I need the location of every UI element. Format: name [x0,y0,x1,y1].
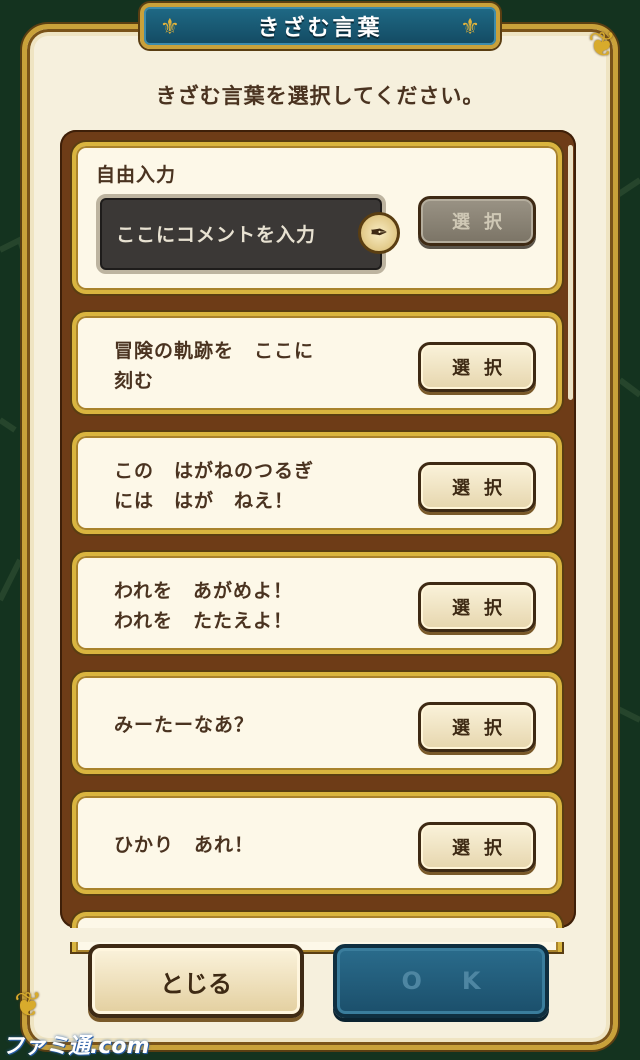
phrase-text: われを あがめよ！ われを たたえよ！ [114,580,294,632]
fleur-de-lis-icon: ⚜ [460,15,480,40]
phrase-text: 冒険の軌跡を ここに 刻む [114,340,315,392]
close-button[interactable]: とじる [88,944,304,1018]
select-button[interactable]: 選択 [418,342,536,392]
dialog-subtitle: きざむ言葉を選択してください。 [155,84,485,108]
select-button[interactable]: 選択 [418,462,536,512]
list-mask [60,928,576,942]
comment-input-placeholder: ここにコメントを入力 [116,224,317,246]
scrollbar[interactable] [568,145,573,400]
free-input-card: 自由入力 ここにコメントを入力 ✒ 選択 [72,142,562,294]
select-button[interactable]: 選択 [418,702,536,752]
dialog-title: きざむ言葉 [257,16,383,41]
ok-button[interactable]: OK [333,944,549,1018]
free-input-label: 自由入力 [96,164,177,186]
list-item[interactable]: 冒険の軌跡を ここに 刻む 選択 [72,312,562,414]
phrase-text: ひかり あれ！ [114,834,255,856]
corner-ornament-icon: ❦ [588,25,617,65]
list-item[interactable]: この はがねのつるぎ には はが ねえ！ 選択 [72,432,562,534]
list-item[interactable]: われを あがめよ！ われを たたえよ！ 選択 [72,552,562,654]
fleur-de-lis-icon: ⚜ [160,15,180,40]
phrase-text: この はがねのつるぎ には はが ねえ！ [114,460,315,512]
select-button[interactable]: 選択 [418,822,536,872]
select-button[interactable]: 選択 [418,582,536,632]
list-item[interactable]: ひかり あれ！ 選択 [72,792,562,894]
list-item[interactable]: みーたーなあ？ 選択 [72,672,562,774]
quill-pen-icon[interactable]: ✒ [358,212,400,254]
comment-input[interactable]: ここにコメントを入力 [96,194,386,274]
free-input-select-button[interactable]: 選択 [418,196,536,246]
dialog-title-banner: ⚜ きざむ言葉 ⚜ [140,3,500,49]
watermark-logo: ファミ通.com [2,1034,150,1059]
corner-ornament-icon: ❦ [14,985,43,1025]
phrase-text: みーたーなあ？ [114,714,255,736]
